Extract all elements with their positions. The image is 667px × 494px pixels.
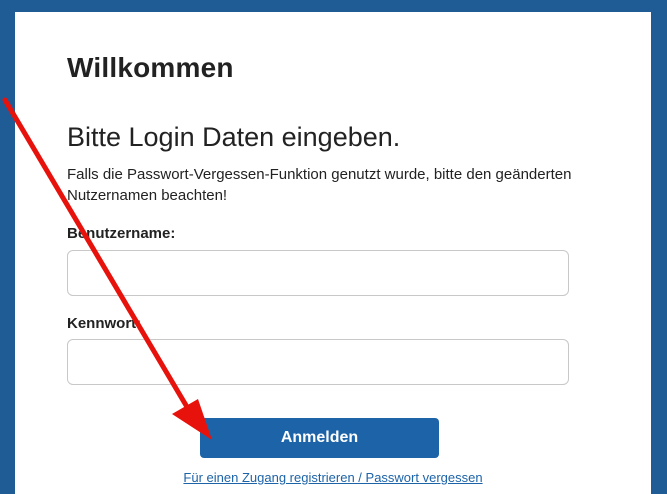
username-input[interactable]	[67, 250, 569, 296]
login-panel: Willkommen Bitte Login Daten eingeben. F…	[15, 12, 651, 494]
login-subtitle: Bitte Login Daten eingeben.	[67, 122, 401, 152]
login-button[interactable]: Anmelden	[200, 418, 439, 458]
page-title: Willkommen	[67, 52, 234, 83]
password-input[interactable]	[67, 339, 569, 385]
username-hint-text: Falls die Passwort-Vergessen-Funktion ge…	[67, 166, 572, 204]
register-forgot-password-link[interactable]: Für einen Zugang registrieren / Passwort…	[15, 470, 651, 485]
password-label: Kennwort:	[67, 315, 142, 332]
username-label: Benutzername:	[67, 225, 176, 242]
